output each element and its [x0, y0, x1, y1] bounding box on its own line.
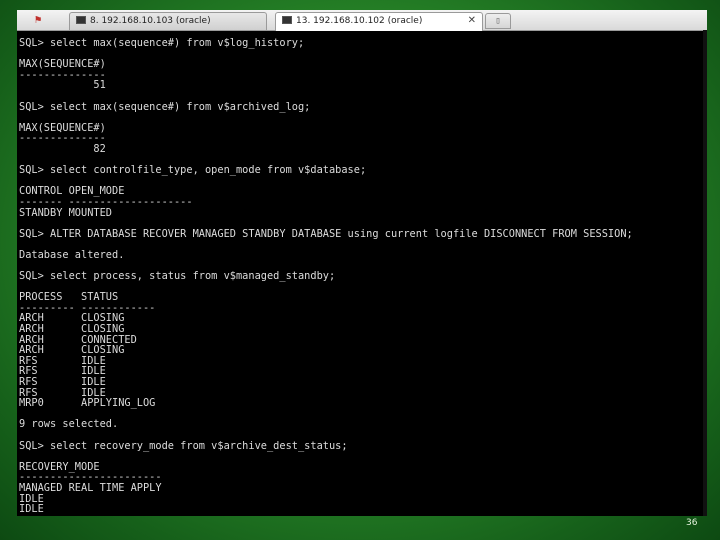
- terminal-line: SQL> select controlfile_type, open_mode …: [19, 164, 367, 177]
- terminal-line: Database altered.: [19, 248, 125, 261]
- page-number: 36: [686, 518, 698, 528]
- terminal-line: MANAGED REAL TIME APPLY: [19, 481, 162, 494]
- terminal-line: IDLE: [19, 503, 44, 516]
- terminal-output[interactable]: SQL> select max(sequence#) from v$log_hi…: [17, 38, 707, 516]
- terminal-line: --------------: [19, 68, 106, 81]
- close-icon[interactable]: ✕: [468, 13, 476, 29]
- tab-session-8[interactable]: 8. 192.168.10.103 (oracle): [69, 12, 267, 30]
- terminal-icon: [282, 16, 292, 24]
- terminal-line: SQL> select max(sequence#) from v$archiv…: [19, 100, 311, 113]
- terminal-line: RFS IDLE: [19, 365, 106, 378]
- new-tab-button[interactable]: ▯: [485, 13, 511, 29]
- terminal-line: SQL> select recovery_mode from v$archive…: [19, 439, 348, 452]
- terminal-line: IDLE: [19, 492, 44, 505]
- tab-label: 13. 192.168.10.102 (oracle): [296, 16, 423, 26]
- terminal-line: STANDBY MOUNTED: [19, 206, 112, 219]
- tab-session-13[interactable]: 13. 192.168.10.102 (oracle) ✕: [275, 12, 483, 31]
- terminal-line: SQL> ALTER DATABASE RECOVER MANAGED STAN…: [19, 227, 633, 240]
- terminal-window: ⚑ 8. 192.168.10.103 (oracle) 13. 192.168…: [17, 10, 707, 516]
- terminal-line: 9 rows selected.: [19, 418, 119, 431]
- scrollbar[interactable]: [703, 30, 707, 516]
- terminal-line: SQL> select process, status from v$manag…: [19, 270, 336, 283]
- terminal-line: 51: [19, 79, 106, 92]
- home-icon[interactable]: ⚑: [31, 13, 45, 27]
- terminal-line: MAX(SEQUENCE#): [19, 121, 106, 134]
- tab-label: 8. 192.168.10.103 (oracle): [90, 16, 211, 26]
- terminal-line: SQL> select max(sequence#) from v$log_hi…: [19, 38, 305, 49]
- terminal-line: ------- --------------------: [19, 195, 193, 208]
- tab-bar: ⚑ 8. 192.168.10.103 (oracle) 13. 192.168…: [17, 10, 707, 31]
- terminal-line: RFS IDLE: [19, 376, 106, 388]
- terminal-line: ARCH CLOSING: [19, 344, 125, 357]
- terminal-icon: [76, 16, 86, 24]
- terminal-line: 82: [19, 142, 106, 155]
- terminal-line: --------------: [19, 132, 106, 145]
- terminal-line: MAX(SEQUENCE#): [19, 58, 106, 71]
- terminal-line: RFS IDLE: [19, 354, 106, 367]
- terminal-line: MRP0 APPLYING_LOG: [19, 397, 156, 410]
